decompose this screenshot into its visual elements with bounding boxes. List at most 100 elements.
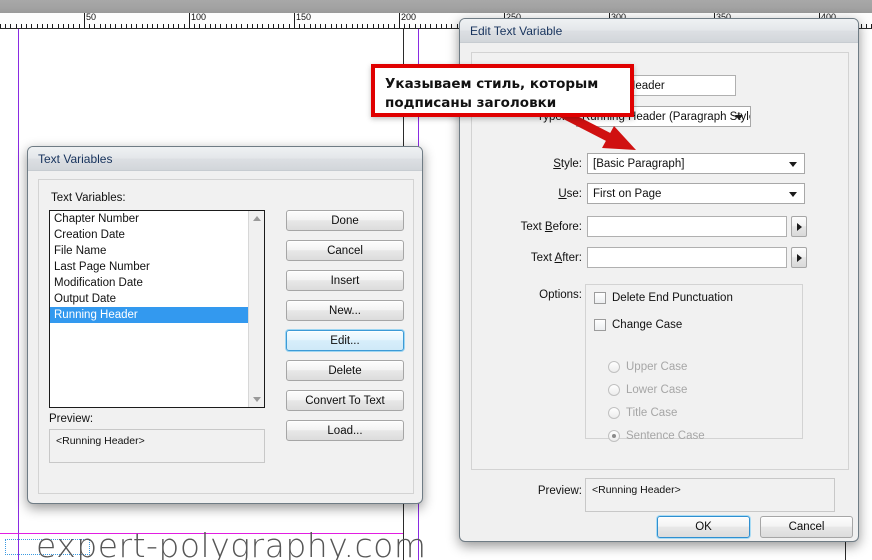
text-variables-preview-pane: <Running Header> (49, 429, 265, 463)
text-before-insert-special-button[interactable] (791, 216, 807, 237)
ruler-tick (446, 24, 447, 28)
ruler-label: 200 (401, 13, 417, 22)
ruler-tick (210, 24, 211, 28)
edit-text-variable-title: Edit Text Variable (470, 23, 563, 38)
text-after-input[interactable] (587, 247, 787, 268)
radio-label: Sentence Case (626, 430, 705, 442)
text-after-insert-special-button[interactable] (791, 247, 807, 268)
ruler-tick (73, 24, 74, 28)
insert-button[interactable]: Insert (286, 270, 404, 291)
ruler-tick (415, 24, 416, 28)
checkbox-icon (594, 292, 606, 304)
ruler-tick (184, 24, 185, 28)
edit-button[interactable]: Edit... (286, 330, 404, 351)
list-item[interactable]: Output Date (50, 291, 248, 307)
scroll-down-arrow-icon[interactable] (249, 392, 264, 407)
convert-to-text-button[interactable]: Convert To Text (286, 390, 404, 411)
ruler-tick (142, 24, 143, 28)
ruler-tick (866, 24, 867, 28)
ruler-tick (205, 24, 206, 28)
ruler-tick (115, 24, 116, 28)
radio-label: Upper Case (626, 361, 688, 373)
ruler-tick (352, 24, 353, 28)
new-button[interactable]: New... (286, 300, 404, 321)
text-after-label: Text After: (530, 252, 582, 264)
ruler-tick (362, 24, 363, 28)
ruler-tick (357, 24, 358, 28)
use-label: Use: (558, 188, 582, 200)
ruler-tick (126, 24, 127, 28)
ruler-tick (100, 24, 101, 28)
ruler-label: 50 (86, 13, 97, 22)
list-item[interactable]: Running Header (50, 307, 248, 323)
ruler-tick (420, 24, 421, 28)
edit-preview-label: Preview: (537, 485, 582, 497)
ruler-tick (21, 24, 22, 28)
done-button[interactable]: Done (286, 210, 404, 231)
ruler-tick (37, 24, 38, 28)
ruler-tick (451, 24, 452, 28)
ruler-tick (367, 24, 368, 28)
text-variables-preview-label: Preview: (49, 413, 94, 425)
site-watermark: expert-polygraphy.com (36, 526, 427, 560)
list-item[interactable]: Last Page Number (50, 259, 248, 275)
listbox-scrollbar[interactable] (248, 211, 264, 407)
ruler-tick (320, 24, 321, 28)
text-variables-dialog[interactable]: Text Variables Text Variables: Chapter N… (27, 146, 423, 504)
text-before-label: Text Before: (520, 221, 582, 233)
radio-icon (608, 407, 620, 419)
edit-text-variable-titlebar[interactable]: Edit Text Variable (460, 19, 858, 43)
radio-icon (608, 361, 620, 373)
list-item[interactable]: Modification Date (50, 275, 248, 291)
load-button[interactable]: Load... (286, 420, 404, 441)
delete-end-punctuation-checkbox[interactable]: Delete End Punctuation (594, 292, 733, 304)
ruler-tick (236, 24, 237, 28)
ruler-tick (289, 24, 290, 28)
text-variables-list-label: Text Variables: (51, 192, 126, 204)
ok-button[interactable]: OK (657, 516, 750, 538)
ruler-tick (262, 24, 263, 28)
ruler-tick (68, 24, 69, 28)
radio-label: Title Case (626, 407, 678, 419)
change-case-checkbox[interactable]: Change Case (594, 319, 682, 331)
scroll-up-arrow-icon[interactable] (249, 211, 264, 226)
text-variables-listbox[interactable]: Chapter Number Creation Date File Name Last… (49, 210, 265, 408)
ruler-tick (147, 24, 148, 28)
ruler-label: 100 (191, 13, 207, 22)
list-item[interactable]: File Name (50, 243, 248, 259)
chevron-down-icon (789, 161, 797, 167)
ruler-tick (404, 24, 405, 28)
lower-case-radio[interactable]: Lower Case (608, 384, 687, 396)
edit-preview-value: <Running Header> (592, 484, 681, 496)
ruler-tick (325, 24, 326, 28)
upper-case-radio[interactable]: Upper Case (608, 361, 687, 373)
ruler-tick (315, 24, 316, 28)
delete-button[interactable]: Delete (286, 360, 404, 381)
ruler-tick (163, 24, 164, 28)
title-case-radio[interactable]: Title Case (608, 407, 677, 419)
ruler-tick (425, 24, 426, 28)
guide-vertical-left[interactable] (18, 29, 19, 560)
text-before-input[interactable] (587, 216, 787, 237)
ruler-tick (409, 24, 410, 28)
use-combobox-value: First on Page (593, 187, 662, 200)
ruler-label: 150 (296, 13, 312, 22)
ruler-tick (178, 24, 179, 28)
cancel-button[interactable]: Cancel (286, 240, 404, 261)
ruler-tick (252, 24, 253, 28)
text-variables-titlebar[interactable]: Text Variables (28, 147, 422, 171)
ruler-tick (226, 24, 227, 28)
application-top-bar (0, 0, 872, 13)
use-combobox[interactable]: First on Page (587, 183, 805, 204)
callout-text: Указываем стиль, которым подписаны загол… (385, 76, 599, 111)
ruler-tick (341, 24, 342, 28)
list-item[interactable]: Creation Date (50, 227, 248, 243)
sentence-case-radio[interactable]: Sentence Case (608, 430, 705, 442)
chevron-down-icon (735, 114, 743, 120)
cancel-button[interactable]: Cancel (760, 516, 853, 538)
text-variables-body: Text Variables: Chapter Number Creation D… (28, 171, 422, 504)
list-item[interactable]: Chapter Number (50, 211, 248, 227)
ruler-tick (215, 24, 216, 28)
ruler-tick (304, 24, 305, 28)
ruler-tick (247, 24, 248, 28)
